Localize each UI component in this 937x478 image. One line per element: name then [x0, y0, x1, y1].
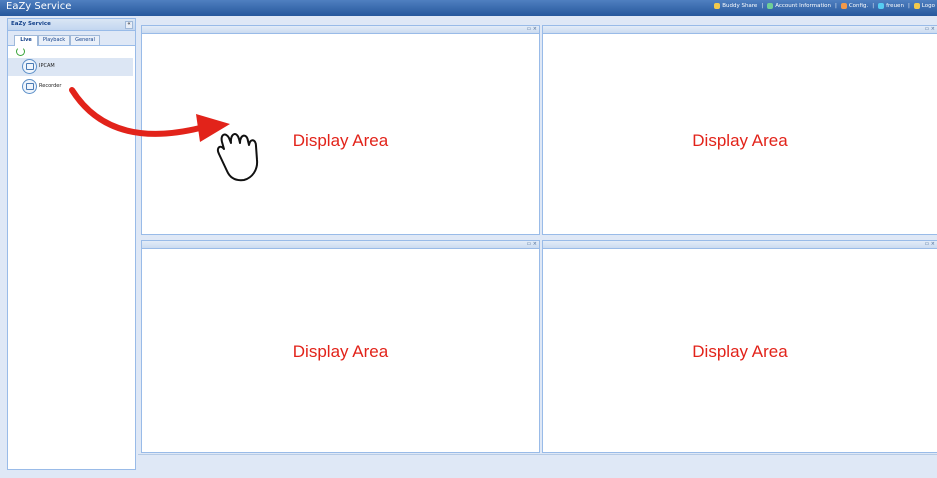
config-link[interactable]: Config.: [840, 3, 868, 9]
device-item-ipcam[interactable]: IPCAM: [8, 58, 133, 76]
separator: |: [872, 3, 875, 9]
logout-icon: [913, 3, 920, 9]
account-icon: [767, 3, 774, 9]
tab-playback[interactable]: Playback: [38, 35, 70, 45]
display-area-label: Display Area: [692, 131, 788, 150]
pane-header: ▭ ×: [543, 26, 937, 34]
tab-general[interactable]: General: [70, 35, 100, 45]
collapse-button[interactable]: «: [125, 21, 133, 29]
display-pane-1[interactable]: ▭ × Display Area: [141, 25, 540, 235]
buddy-share-icon: [714, 3, 721, 9]
toolbar-row: [8, 46, 135, 57]
separator: |: [761, 3, 764, 9]
display-area-label: Display Area: [692, 342, 788, 361]
logout-link[interactable]: Logo: [913, 3, 935, 9]
separator: |: [834, 3, 837, 9]
buddy-share-link[interactable]: Buddy Share: [714, 3, 757, 9]
config-icon: [840, 3, 847, 9]
sidebar-tabs: Live Playback General: [8, 31, 135, 46]
pane-controls[interactable]: ▭ ×: [924, 241, 935, 248]
sidebar-panel: EaZy Service « Live Playback General IPC…: [7, 18, 136, 470]
status-bar: [138, 454, 937, 470]
display-area-label: Display Area: [292, 342, 389, 361]
app-title: EaZy Service: [6, 1, 72, 12]
sidebar-header: EaZy Service «: [8, 19, 135, 31]
device-label: Recorder: [39, 83, 62, 89]
refresh-icon[interactable]: [16, 47, 25, 56]
user-icon: [878, 3, 885, 9]
top-links: Buddy Share | Account Information | Conf…: [714, 3, 935, 9]
pane-controls[interactable]: ▭ ×: [526, 26, 537, 33]
separator: |: [907, 3, 910, 9]
account-information-link[interactable]: Account Information: [767, 3, 831, 9]
title-bar: EaZy Service Buddy Share | Account Infor…: [0, 0, 937, 16]
pane-header: ▭ ×: [142, 26, 539, 34]
pane-controls[interactable]: ▭ ×: [924, 26, 935, 33]
display-pane-4[interactable]: ▭ × Display Area: [542, 240, 937, 453]
sidebar-title: EaZy Service: [11, 21, 51, 27]
display-pane-3[interactable]: ▭ × Display Area: [141, 240, 540, 453]
tab-live[interactable]: Live: [14, 35, 38, 46]
display-pane-2[interactable]: ▭ × Display Area: [542, 25, 937, 235]
pane-controls[interactable]: ▭ ×: [526, 241, 537, 248]
camera-icon: [22, 59, 37, 74]
user-link[interactable]: freuen: [878, 3, 904, 9]
recorder-icon: [22, 79, 37, 94]
pane-header: ▭ ×: [142, 241, 539, 249]
pane-header: ▭ ×: [543, 241, 937, 249]
device-item-recorder[interactable]: Recorder: [8, 78, 133, 96]
device-label: IPCAM: [39, 63, 55, 69]
display-area-label: Display Area: [292, 131, 389, 150]
